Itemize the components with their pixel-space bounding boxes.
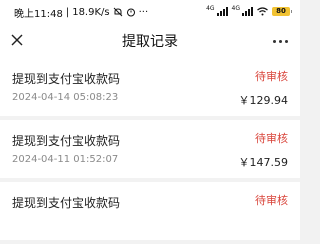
record-time: 2024-04-11 01:52:07 — [12, 154, 119, 165]
record-amount: ￥129.94 — [238, 94, 289, 107]
more-dots-icon: ··· — [138, 6, 149, 18]
more-options-icon[interactable] — [273, 40, 288, 43]
list-item[interactable]: 提现到支付宝收款码 待审核 2024-04-14 05:08:23 ￥129.9… — [0, 58, 300, 116]
record-title: 提现到支付宝收款码 — [12, 134, 121, 148]
signal-icon-2 — [242, 6, 253, 16]
list-item[interactable]: 提现到支付宝收款码 待审核 — [0, 182, 300, 240]
record-amount: ￥147.59 — [238, 156, 289, 169]
page-title: 提取记录 — [122, 34, 178, 50]
clock: 晚上11:48 — [14, 8, 63, 20]
battery-icon: 80 — [272, 6, 292, 16]
network-type-label: 4G — [206, 5, 215, 12]
battery-level: 80 — [276, 6, 286, 15]
status-badge: 待审核 — [255, 194, 288, 207]
record-title: 提现到支付宝收款码 — [12, 72, 121, 86]
status-separator: | — [65, 6, 70, 18]
record-title: 提现到支付宝收款码 — [12, 196, 121, 210]
status-bar: 晚上11:48 | 18.9K/s ··· 4G 4G 80 — [0, 0, 300, 24]
wifi-icon — [257, 6, 268, 15]
page-header: 提取记录 — [0, 24, 300, 58]
network-type-label-2: 4G — [231, 5, 240, 12]
alarm-icon — [126, 8, 135, 17]
record-time: 2024-04-14 05:08:23 — [12, 92, 119, 103]
status-badge: 待审核 — [255, 70, 288, 83]
status-badge: 待审核 — [255, 132, 288, 145]
close-icon[interactable] — [10, 33, 24, 47]
mute-bell-icon — [113, 7, 122, 17]
withdrawal-record-list: 提现到支付宝收款码 待审核 2024-04-14 05:08:23 ￥129.9… — [0, 58, 300, 244]
signal-icon — [216, 6, 228, 16]
list-item[interactable]: 提现到支付宝收款码 待审核 2024-04-11 01:52:07 ￥147.5… — [0, 120, 300, 178]
network-speed: 18.9K/s — [72, 6, 110, 18]
